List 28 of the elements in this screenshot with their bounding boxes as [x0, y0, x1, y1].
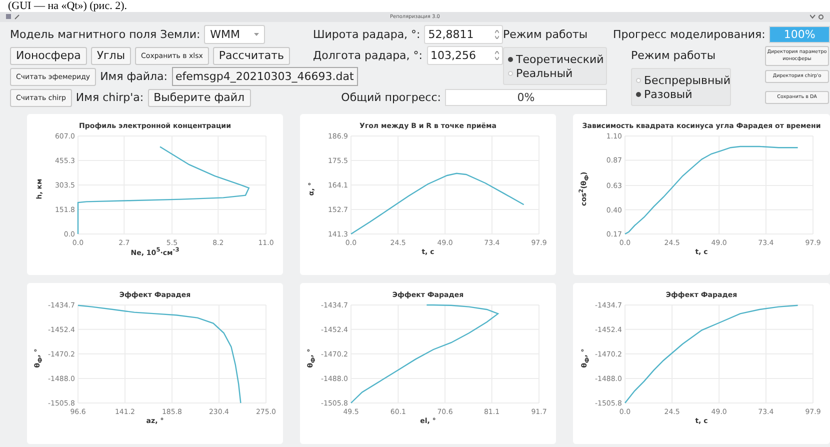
- file-name-field[interactable]: efemsgp4_20210303_46693.dat: [172, 67, 358, 86]
- field-label: Общий прогресс:: [341, 91, 441, 104]
- action-button[interactable]: Рассчитать: [212, 46, 290, 64]
- window-controls-icon[interactable]: [810, 14, 824, 20]
- action-button[interactable]: Углы: [90, 46, 132, 64]
- model-dropdown[interactable]: WMM: [204, 25, 266, 44]
- group-title: Режим работы: [503, 28, 588, 41]
- field-label: Модель магнитного поля Земли:: [10, 28, 200, 41]
- field-label: Имя chirp'a:: [76, 91, 144, 104]
- field-label: Долгота радара, °:: [313, 49, 423, 62]
- caret-icon: [254, 33, 260, 36]
- field-label: Широта радара, °:: [313, 28, 420, 41]
- group-title: Режим работы: [631, 49, 716, 62]
- progress-bar: 100%: [769, 26, 830, 43]
- spin-box[interactable]: 52,8811: [424, 25, 503, 44]
- window-icons[interactable]: [6, 14, 20, 20]
- field-label: Прогресс моделирования:: [613, 28, 766, 41]
- spin-box[interactable]: 103,256: [426, 46, 503, 65]
- choose-file-button[interactable]: Выберите файл: [148, 88, 251, 106]
- radio-option[interactable]: Реальный: [508, 66, 606, 80]
- stepper-icon: [495, 30, 499, 39]
- radio-option[interactable]: Теоретический: [508, 52, 606, 66]
- field-label: Имя файла:: [100, 70, 168, 83]
- action-button[interactable]: Ионосфера: [10, 46, 87, 64]
- radio-option[interactable]: Беспрерывный: [636, 74, 730, 86]
- caption: (GUI — на «Qt») (рис. 2).: [7, 0, 128, 12]
- radio-option[interactable]: Разовый: [636, 88, 730, 100]
- stepper-icon: [495, 51, 499, 60]
